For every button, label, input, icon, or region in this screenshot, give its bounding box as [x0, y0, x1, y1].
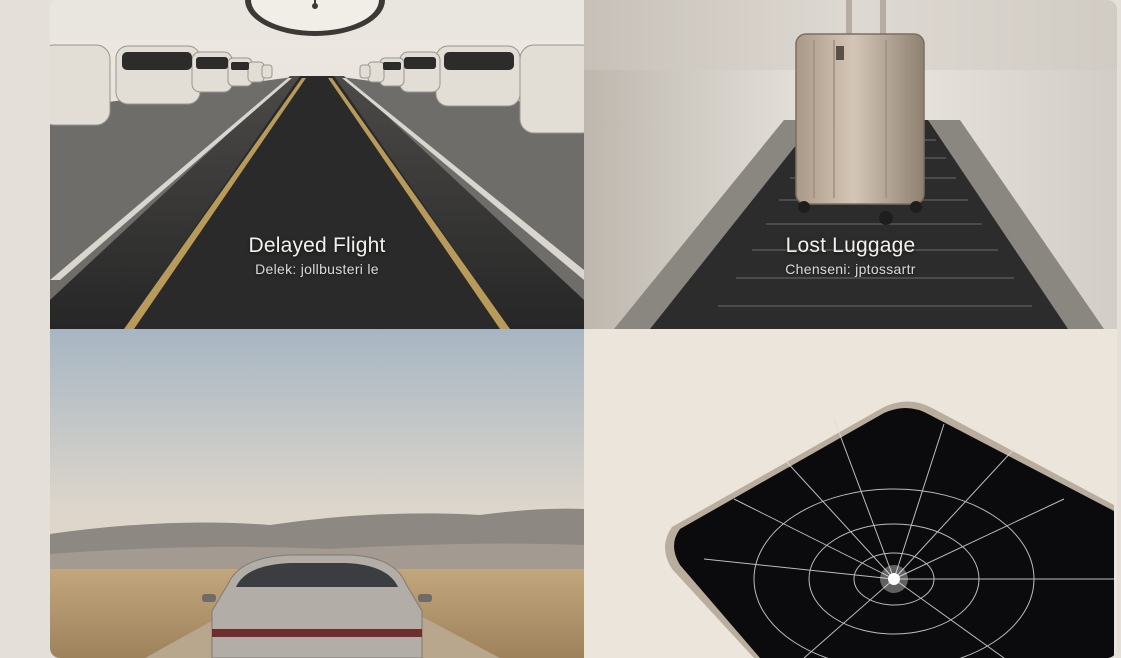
scenario-card-grid: Delayed Flight Delek: jollbusteri le Los… [50, 0, 1117, 658]
card-caption: Delayed Flight Delek: jollbusteri le [50, 232, 584, 278]
card-delayed-flight[interactable]: Delayed Flight Delek: jollbusteri le [50, 0, 584, 329]
card-subtitle: Delek: jollbusteri le [255, 261, 379, 277]
card-title: Delayed Flight [248, 234, 386, 257]
card-car-road[interactable] [50, 329, 584, 658]
airport-road-clock-image [50, 0, 584, 329]
card-cracked-phone[interactable] [584, 329, 1117, 658]
card-title: Lost Luggage [785, 234, 916, 257]
car-on-desert-road-image [50, 329, 584, 658]
card-subtitle: Chenseni: jptossartr [785, 261, 916, 277]
card-lost-luggage[interactable]: Lost Luggage Chenseni: jptossartr [584, 0, 1117, 329]
cracked-phone-screen-image [584, 329, 1117, 658]
card-caption: Lost Luggage Chenseni: jptossartr [584, 232, 1117, 278]
suitcase-on-conveyor-image [584, 0, 1117, 329]
suitcase-icon [795, 0, 925, 225]
